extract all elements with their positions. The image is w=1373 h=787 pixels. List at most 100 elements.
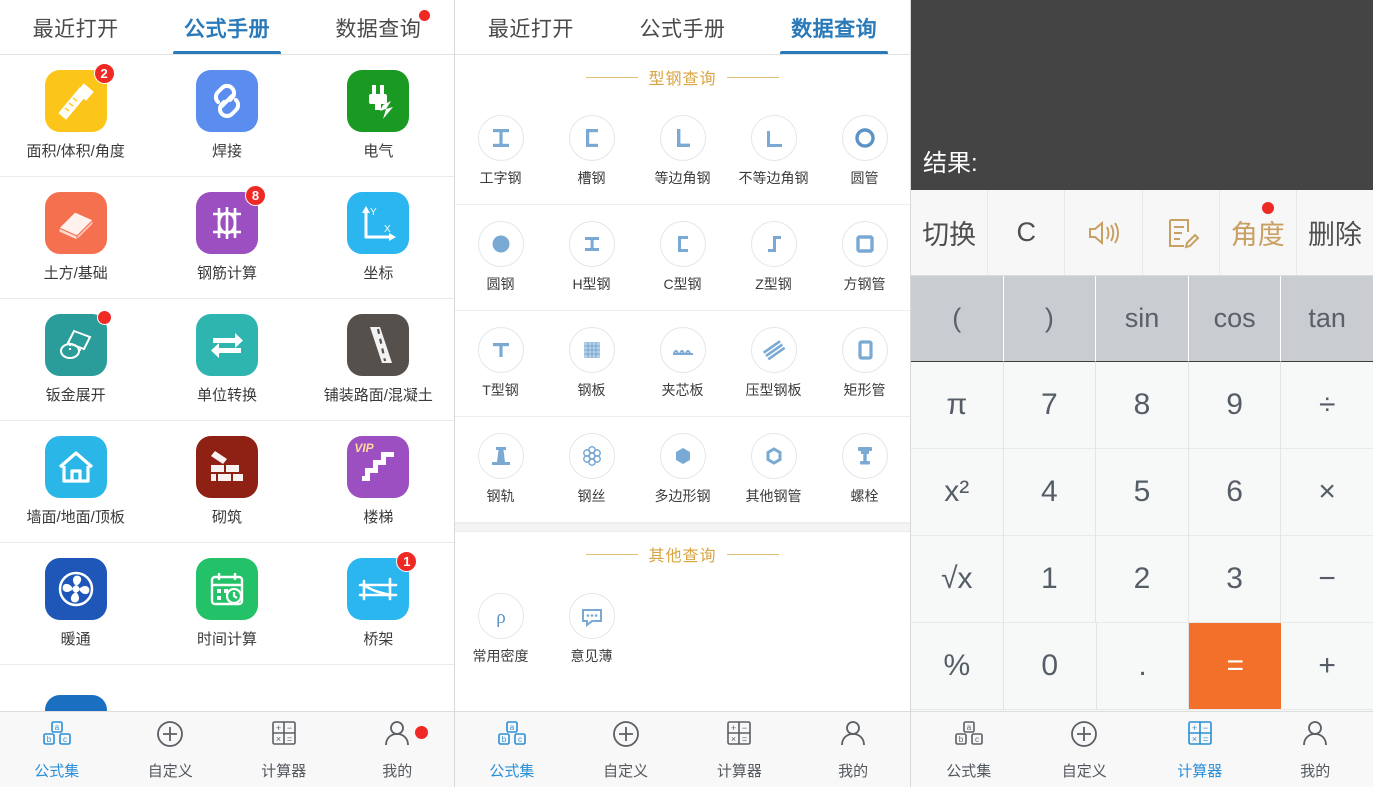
app-tile[interactable]: 钣金展开: [0, 310, 151, 405]
calc-key-)[interactable]: ): [1003, 276, 1097, 362]
query-item[interactable]: 夹芯板: [637, 327, 728, 400]
nav-item-公式集[interactable]: ab c 公式集: [0, 712, 114, 787]
calc-fn-角度[interactable]: 角度: [1220, 190, 1297, 275]
query-item[interactable]: 槽钢: [546, 115, 637, 188]
app-tile[interactable]: VIP 楼梯: [303, 436, 454, 527]
a-tab-0[interactable]: 最近打开: [0, 0, 151, 55]
nav-item-计算器[interactable]: + − × = 计算器: [683, 712, 797, 787]
nav-item-我的[interactable]: 我的: [1258, 712, 1373, 787]
calc-key-÷[interactable]: ÷: [1281, 362, 1373, 449]
query-item[interactable]: 钢丝: [546, 433, 637, 506]
nav-item-我的[interactable]: 我的: [341, 712, 455, 787]
query-item[interactable]: Z型钢: [728, 221, 819, 294]
house-icon: [44, 436, 107, 498]
query-item[interactable]: 螺栓: [819, 433, 910, 506]
query-item[interactable]: 矩形管: [819, 327, 910, 400]
calc-key-%[interactable]: %: [911, 623, 1004, 710]
h-beam-icon: [568, 221, 615, 267]
query-item[interactable]: C型钢: [637, 221, 728, 294]
calc-key-=[interactable]: =: [1189, 623, 1282, 710]
nav-item-label: 公式集: [489, 762, 535, 780]
calc-key-×[interactable]: ×: [1281, 449, 1373, 536]
app-tile[interactable]: 焊接: [151, 70, 302, 161]
calc-key-4[interactable]: 4: [1003, 449, 1097, 536]
calc-key-x²[interactable]: x²: [911, 449, 1004, 536]
query-item-label: 等边角钢: [654, 170, 711, 186]
calc-key-([interactable]: (: [911, 276, 1004, 362]
calc-fn-删除[interactable]: 删除: [1297, 190, 1373, 275]
nav-item-公式集[interactable]: ab c 公式集: [911, 712, 1027, 787]
nav-item-自定义[interactable]: 自定义: [1027, 712, 1143, 787]
calc-key-√x[interactable]: √x: [911, 536, 1004, 623]
calc-fn-C[interactable]: C: [988, 190, 1066, 275]
calc-fn-切换[interactable]: 切换: [911, 190, 989, 275]
b-tab-0[interactable]: 最近打开: [455, 0, 607, 55]
a-tab-2[interactable]: 数据查询: [303, 0, 454, 55]
app-tile[interactable]: 土方/基础: [0, 192, 151, 283]
earthwork-icon: [44, 192, 107, 254]
query-item[interactable]: 多边形钢: [637, 433, 728, 506]
calc-key-2[interactable]: 2: [1096, 536, 1189, 623]
calc-key-sin[interactable]: sin: [1096, 276, 1189, 362]
calc-key-tan[interactable]: tan: [1281, 276, 1373, 362]
calc-key-5[interactable]: 5: [1096, 449, 1189, 536]
calc-key-0[interactable]: 0: [1003, 623, 1097, 710]
app-tile[interactable]: 砌筑: [151, 436, 302, 527]
query-item[interactable]: T型钢: [455, 327, 546, 400]
app-tile[interactable]: 8 钢筋计算: [151, 185, 302, 283]
query-row: ρ 常用密度 意见薄: [455, 576, 910, 682]
query-item[interactable]: 圆钢: [455, 221, 546, 294]
query-item-label: 不等边角钢: [738, 170, 809, 186]
nav-item-我的[interactable]: 我的: [796, 712, 910, 787]
a-tab-1[interactable]: 公式手册: [151, 0, 302, 55]
calc-key-8[interactable]: 8: [1096, 362, 1189, 449]
query-item[interactable]: 等边角钢: [637, 115, 728, 188]
app-tile[interactable]: 1 桥架: [303, 551, 454, 649]
app-tile[interactable]: YX 坐标: [303, 192, 454, 283]
calc-key-9[interactable]: 9: [1188, 362, 1282, 449]
calc-key-.[interactable]: .: [1096, 623, 1190, 710]
nav-item-公式集[interactable]: ab c 公式集: [455, 712, 569, 787]
query-item[interactable]: 压型钢板: [728, 327, 819, 400]
query-item[interactable]: 其他钢管: [728, 433, 819, 506]
rebar-icon: 8: [195, 185, 266, 254]
calc-key-+[interactable]: +: [1281, 623, 1373, 710]
query-item[interactable]: 钢板: [546, 327, 637, 400]
app-tile[interactable]: 单位转换: [151, 314, 302, 405]
calc-key-6[interactable]: 6: [1188, 449, 1282, 536]
section-title: 型钢查询: [648, 71, 717, 88]
query-item[interactable]: H型钢: [546, 221, 637, 294]
b-tab-2[interactable]: 数据查询: [758, 0, 910, 55]
query-item[interactable]: 圆管: [819, 115, 910, 188]
app-tile[interactable]: 电气: [303, 70, 454, 161]
nav-item-自定义[interactable]: 自定义: [114, 712, 228, 787]
plus-circle-icon: [154, 719, 186, 756]
calc-fn-note-edit-icon[interactable]: [1143, 190, 1220, 275]
calc-key-7[interactable]: 7: [1003, 362, 1097, 449]
app-tile[interactable]: 暖通: [0, 558, 151, 649]
query-item[interactable]: 工字钢: [455, 115, 546, 188]
calc-key-cos[interactable]: cos: [1188, 276, 1282, 362]
query-item[interactable]: ρ 常用密度: [455, 592, 546, 666]
query-item[interactable]: 钢轨: [455, 433, 546, 506]
nav-item-计算器[interactable]: + − × = 计算器: [227, 712, 341, 787]
calc-key-3[interactable]: 3: [1188, 536, 1282, 623]
app-tile[interactable]: 墙面/地面/顶板: [0, 436, 151, 527]
app-tile[interactable]: 铺装路面/混凝土: [303, 314, 454, 405]
calc-key-π[interactable]: π: [911, 362, 1004, 449]
query-item[interactable]: 不等边角钢: [728, 115, 819, 188]
query-content[interactable]: 型钢查询 工字钢 槽钢 等边角钢 不等边角钢 圆管 圆钢 H型钢 C型钢 Z型钢…: [455, 55, 910, 731]
nav-item-自定义[interactable]: 自定义: [569, 712, 683, 787]
b-tab-1[interactable]: 公式手册: [607, 0, 759, 55]
app-grid[interactable]: 2 面积/体积/角度 焊接 电气 土方/基础 8 钢筋计算 Y X 坐标 钣金展…: [0, 55, 454, 731]
calc-key-1[interactable]: 1: [1003, 536, 1097, 623]
query-item[interactable]: 方钢管: [819, 221, 910, 294]
query-item[interactable]: 意见薄: [546, 592, 637, 666]
calc-fn-speaker-icon[interactable]: [1065, 190, 1143, 275]
vip-tag: VIP: [354, 441, 374, 455]
app-tile-label: 砌筑: [211, 509, 242, 526]
calc-key-−[interactable]: −: [1281, 536, 1373, 623]
app-tile[interactable]: 2 面积/体积/角度: [0, 63, 151, 161]
app-tile[interactable]: 时间计算: [151, 558, 302, 649]
nav-item-计算器[interactable]: + − × = 计算器: [1142, 712, 1258, 787]
